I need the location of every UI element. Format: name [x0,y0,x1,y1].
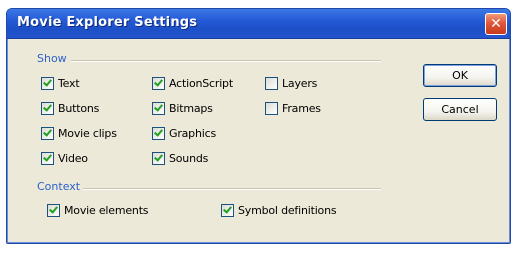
checkbox-label: Graphics [169,127,216,140]
checkbox-box[interactable] [41,102,54,115]
checkbox-label: Layers [282,77,318,90]
checkbox-label: Sounds [169,152,209,165]
show-section-label: Show [37,52,67,65]
checkbox-label: Movie elements [64,204,149,217]
dialog-title: Movie Explorer Settings [17,15,198,30]
checkbox-label: Video [58,152,88,165]
close-icon: ✕ [490,16,502,32]
checkbox-box[interactable] [221,204,234,217]
checkbox-box[interactable] [152,152,165,165]
checkmark-icon [154,152,163,162]
movie-explorer-settings-dialog: Movie Explorer Settings ✕ Show Text Butt… [6,8,511,244]
checkbox-label: Buttons [58,102,100,115]
checkmark-icon [223,204,232,214]
checkbox-box[interactable] [41,127,54,140]
ok-button[interactable]: OK [423,64,497,87]
context-separator [83,188,381,190]
checkmark-icon [43,102,52,112]
checkbox-label: Bitmaps [169,102,213,115]
show-separator [71,60,381,62]
checkbox-box[interactable] [41,77,54,90]
checkbox-label: Symbol definitions [238,204,337,217]
title-bar[interactable]: Movie Explorer Settings ✕ [7,9,510,39]
checkmark-icon [154,102,163,112]
checkmark-icon [154,77,163,87]
checkbox-box[interactable] [47,204,60,217]
checkbox-label: Movie clips [58,127,117,140]
checkmark-icon [49,204,58,214]
checkmark-icon [43,77,52,87]
checkbox-box[interactable] [152,102,165,115]
checkbox-label: Text [58,77,80,90]
checkbox-box[interactable] [265,77,278,90]
checkbox-label: Frames [282,102,321,115]
checkbox-box[interactable] [265,102,278,115]
checkbox-label: ActionScript [169,77,233,90]
checkmark-icon [43,127,52,137]
close-button[interactable]: ✕ [485,13,507,35]
context-section-label: Context [37,180,81,193]
checkbox-box[interactable] [41,152,54,165]
checkmark-icon [154,127,163,137]
checkbox-box[interactable] [152,77,165,90]
checkbox-box[interactable] [152,127,165,140]
checkmark-icon [43,152,52,162]
cancel-button[interactable]: Cancel [423,98,497,121]
